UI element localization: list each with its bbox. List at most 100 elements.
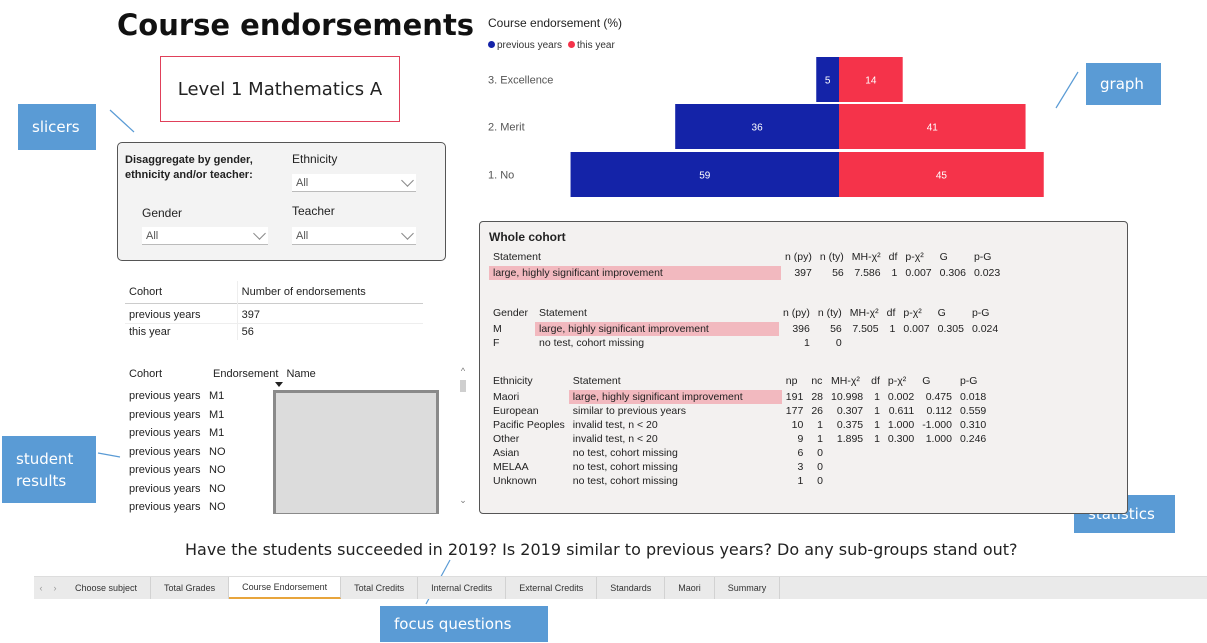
table-cell: [956, 446, 990, 460]
ethnicity-stats-table: Ethnicity Statement np nc MH-χ² df p-χ² …: [489, 372, 990, 488]
scroll-up-icon[interactable]: ^: [457, 366, 469, 376]
stats-header[interactable]: Statement: [535, 304, 779, 322]
table-row: previous years M1: [125, 390, 273, 409]
tab-maori[interactable]: Maori: [665, 577, 715, 599]
ethnicity-rows: Maori large, highly significant improveme…: [489, 390, 990, 488]
tab-choose-subject[interactable]: Choose subject: [62, 577, 152, 599]
scroll-thumb[interactable]: [460, 380, 466, 392]
stats-header[interactable]: Gender: [489, 304, 535, 322]
table-cell: 0.375: [836, 419, 864, 431]
stats-header[interactable]: G: [918, 372, 956, 390]
stats-header[interactable]: MH-χ²: [848, 248, 885, 266]
stats-header[interactable]: p-G: [970, 248, 1004, 266]
tab-next-icon[interactable]: ›: [48, 577, 62, 599]
table-cell: invalid test, n < 20: [572, 419, 658, 431]
stats-header[interactable]: Statement: [569, 372, 782, 390]
sr-name-header[interactable]: Name: [282, 362, 319, 386]
table-cell: NO: [209, 501, 226, 513]
table-row: previous years NO: [125, 501, 273, 514]
stats-header[interactable]: np: [782, 372, 808, 390]
endorsements-header[interactable]: Number of endorsements: [236, 281, 423, 303]
table-cell: 0.306: [939, 267, 966, 279]
stats-header[interactable]: Ethnicity: [489, 372, 569, 390]
table-cell: [867, 474, 884, 488]
table-row: MELAA no test, cohort missing 3 0: [489, 460, 990, 474]
table-cell: no test, cohort missing: [572, 475, 678, 487]
table-cell: [884, 446, 918, 460]
gender-dropdown[interactable]: All: [142, 227, 268, 245]
table-cell: F: [493, 337, 500, 349]
table-cell: previous years: [129, 390, 201, 402]
table-cell: 28: [811, 391, 824, 403]
table-cell: [867, 460, 884, 474]
table-cell: M1: [209, 427, 225, 439]
table-cell: previous years: [129, 464, 201, 476]
student-results-callout-text: student results: [16, 449, 74, 490]
stats-header[interactable]: MH-χ²: [827, 372, 867, 390]
table-cell: 0.024: [971, 323, 999, 335]
focus-questions-callout-text: focus questions: [394, 615, 512, 633]
table-cell: 396: [792, 323, 810, 335]
stats-header[interactable]: p-χ²: [901, 248, 935, 266]
slicers-callout-line: [109, 109, 135, 133]
table-cell: previous years: [129, 427, 201, 439]
table-cell: 1.895: [836, 433, 864, 445]
scroll-down-icon[interactable]: ⌄: [457, 495, 469, 506]
ethnicity-dropdown[interactable]: All: [292, 174, 416, 192]
stats-header[interactable]: p-χ²: [884, 372, 918, 390]
tab-total-grades[interactable]: Total Grades: [151, 577, 230, 599]
data-label: 36: [752, 123, 764, 134]
tab-prev-icon[interactable]: ‹: [34, 577, 48, 599]
table-cell: 3: [797, 461, 804, 473]
stats-header[interactable]: n (ty): [816, 248, 848, 266]
table-cell: 0: [835, 337, 842, 349]
student-results-scrollbar[interactable]: ^ ⌄: [457, 366, 469, 506]
sr-cohort-header[interactable]: Cohort: [125, 362, 209, 386]
legend-prev[interactable]: previous years: [488, 40, 562, 51]
gender-value: All: [146, 229, 159, 242]
stats-header[interactable]: p-G: [956, 372, 990, 390]
table-cell: invalid test, n < 20: [572, 433, 658, 445]
table-cell: 0: [817, 475, 824, 487]
stats-header[interactable]: n (py): [779, 304, 814, 322]
ethnicity-slicer-label: Ethnicity: [292, 152, 338, 166]
stats-header[interactable]: Statement: [489, 248, 781, 266]
legend-prev-label: previous years: [497, 40, 563, 51]
tab-course-endorsement[interactable]: Course Endorsement: [229, 577, 342, 599]
sr-endorsement-header[interactable]: Endorsement: [209, 362, 282, 386]
stats-header[interactable]: G: [936, 248, 970, 266]
stats-header[interactable]: p-χ²: [899, 304, 933, 322]
tab-external-credits[interactable]: External Credits: [506, 577, 598, 599]
stats-header[interactable]: n (ty): [814, 304, 846, 322]
tab-internal-credits[interactable]: Internal Credits: [418, 577, 507, 599]
table-cell: Other: [493, 433, 520, 445]
stats-header[interactable]: df: [883, 304, 900, 322]
table-cell: 1: [874, 433, 880, 445]
whole-cohort-table: Statement n (py) n (ty) MH-χ² df p-χ² G …: [489, 248, 1004, 280]
stats-header[interactable]: G: [934, 304, 968, 322]
stats-header[interactable]: MH-χ²: [846, 304, 883, 322]
table-cell: previous years: [129, 408, 201, 421]
stats-header[interactable]: df: [885, 248, 902, 266]
cohort-header[interactable]: Cohort: [125, 281, 237, 303]
table-cell: large, highly significant improvement: [489, 266, 781, 280]
stats-header[interactable]: p-G: [968, 304, 1002, 322]
table-cell: previous years: [129, 445, 201, 458]
subject-card: Level 1 Mathematics A: [160, 56, 400, 122]
table-row: previous years NO: [125, 464, 273, 483]
legend-this[interactable]: this year: [568, 40, 615, 51]
table-cell: 7.586: [854, 267, 881, 279]
stats-header[interactable]: df: [867, 372, 884, 390]
stats-header[interactable]: nc: [807, 372, 827, 390]
table-cell: 0.307: [836, 405, 864, 417]
teacher-dropdown[interactable]: All: [292, 227, 416, 245]
table-cell: 1: [891, 267, 898, 279]
tab-standards[interactable]: Standards: [597, 577, 666, 599]
tab-total-credits[interactable]: Total Credits: [341, 577, 419, 599]
table-cell: 1: [817, 433, 824, 445]
slicer-panel: Disaggregate by gender, ethnicity and/or…: [117, 142, 446, 261]
legend-this-label: this year: [577, 40, 615, 51]
tab-summary[interactable]: Summary: [715, 577, 781, 599]
table-row: previous years M1: [125, 427, 273, 446]
stats-header[interactable]: n (py): [781, 248, 816, 266]
